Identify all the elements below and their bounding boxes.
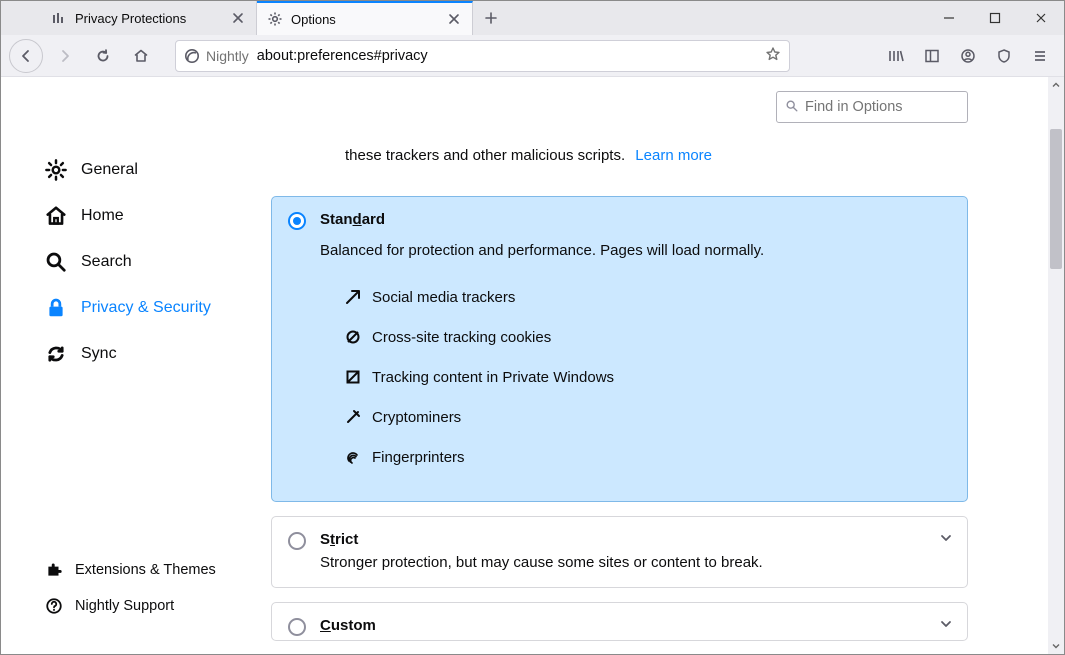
protection-level-title: Standard [320,211,385,228]
sidebar-item-label: General [81,161,138,179]
bookmark-star-icon[interactable] [765,46,781,65]
identity-box[interactable]: Nightly [184,48,249,64]
protection-level-standard-header[interactable]: Standard [272,197,967,242]
window-controls [926,1,1064,35]
protection-level-custom-header[interactable]: Custom [272,603,967,640]
tabstrip-flex-spacer [509,1,926,35]
tracking-content-icon [344,368,362,386]
home-icon [45,205,67,227]
tracker-label: Cryptominers [372,409,461,426]
account-button[interactable] [952,40,984,72]
sidebar-toggle-button[interactable] [916,40,948,72]
sidebar-item-label: Home [81,207,124,225]
protection-level-title: Strict [320,531,358,548]
tracker-label: Tracking content in Private Windows [372,369,614,386]
gear-icon [45,159,67,181]
protection-level-desc: Balanced for protection and performance.… [272,242,967,273]
sidebar-item-home[interactable]: Home [1,193,241,239]
help-icon [45,597,63,615]
protection-level-title: Custom [320,617,376,634]
protection-level-standard: Standard Balanced for protection and per… [271,196,968,502]
home-button[interactable] [125,40,157,72]
firefox-nightly-icon [184,48,200,64]
puzzle-icon [45,561,63,579]
toolbar-right [880,40,1056,72]
back-button[interactable] [9,39,43,73]
cryptominer-icon [344,408,362,426]
preferences-page: General Home Search Privacy & Security [1,77,1064,654]
nav-toolbar: Nightly [1,35,1064,77]
protections-shield-button[interactable] [988,40,1020,72]
tracker-label: Cross-site tracking cookies [372,329,551,346]
reload-button[interactable] [87,40,119,72]
scrollbar-track[interactable] [1048,93,1064,638]
sidebar-footer-support[interactable]: Nightly Support [1,588,241,624]
url-input[interactable] [257,48,757,64]
social-tracker-icon [344,288,362,306]
sidebar-item-privacy[interactable]: Privacy & Security [1,285,241,331]
sync-icon [45,343,67,365]
protection-level-strict-header[interactable]: Strict [272,517,967,554]
tracker-item: Cryptominers [344,397,951,437]
fingerprint-icon [344,448,362,466]
sidebar-item-general[interactable]: General [1,147,241,193]
new-tab-button[interactable] [473,1,509,35]
close-tab-icon[interactable] [230,10,246,26]
preferences-main: these trackers and other malicious scrip… [241,77,1064,654]
search-icon [45,251,67,273]
tab-title: Privacy Protections [75,11,222,26]
tracking-protection-intro: these trackers and other malicious scrip… [271,147,968,164]
scrollbar-up-button[interactable] [1048,77,1064,93]
sidebar-item-label: Privacy & Security [81,299,211,317]
preferences-sidebar: General Home Search Privacy & Security [1,77,241,654]
vertical-scrollbar[interactable] [1048,77,1064,654]
tab-privacy-protections[interactable]: Privacy Protections [41,1,257,35]
radio-standard[interactable] [288,212,306,230]
tab-options[interactable]: Options [257,1,473,35]
tab-strip: Privacy Protections Options [1,1,1064,35]
protection-level-desc: Stronger protection, but may cause some … [272,554,967,587]
tracker-item: Cross-site tracking cookies [344,317,951,357]
gear-icon [267,11,283,27]
tab-title: Options [291,12,438,27]
protection-level-strict: Strict Stronger protection, but may caus… [271,516,968,588]
radio-custom[interactable] [288,618,306,636]
chevron-down-icon[interactable] [939,531,953,548]
window-maximize-button[interactable] [972,1,1018,35]
learn-more-link[interactable]: Learn more [635,147,712,164]
tracker-list: Social media trackers Cross-site trackin… [272,273,967,501]
sidebar-footer-extensions[interactable]: Extensions & Themes [1,552,241,588]
intro-text-fragment: these trackers and other malicious scrip… [345,147,625,164]
identity-label: Nightly [206,48,249,64]
radio-strict[interactable] [288,532,306,550]
app-menu-button[interactable] [1024,40,1056,72]
sidebar-item-label: Sync [81,345,117,363]
close-tab-icon[interactable] [446,11,462,27]
tabstrip-leading-spacer [1,1,41,35]
window-close-button[interactable] [1018,1,1064,35]
sidebar-item-label: Nightly Support [75,598,174,614]
sidebar-item-label: Search [81,253,132,271]
forward-button [49,40,81,72]
sidebar-item-search[interactable]: Search [1,239,241,285]
url-bar[interactable]: Nightly [175,40,790,72]
sidebar-item-sync[interactable]: Sync [1,331,241,377]
tracker-item: Social media trackers [344,277,951,317]
sidebar-item-label: Extensions & Themes [75,562,216,578]
scrollbar-down-button[interactable] [1048,638,1064,654]
tracker-item: Tracking content in Private Windows [344,357,951,397]
chevron-down-icon[interactable] [939,617,953,634]
tracker-label: Fingerprinters [372,449,465,466]
lock-icon [45,297,67,319]
cookie-icon [344,328,362,346]
library-button[interactable] [880,40,912,72]
protection-level-custom: Custom [271,602,968,641]
tracker-item: Fingerprinters [344,437,951,477]
tracker-label: Social media trackers [372,289,515,306]
window-minimize-button[interactable] [926,1,972,35]
shield-bars-icon [51,10,67,26]
scrollbar-thumb[interactable] [1050,129,1062,269]
